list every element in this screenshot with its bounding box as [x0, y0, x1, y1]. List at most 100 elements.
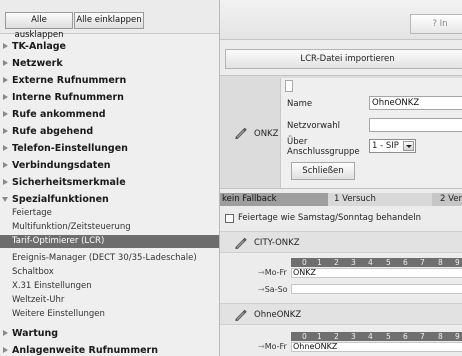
hour-label: 0: [302, 258, 307, 267]
nav-item-netzwerk[interactable]: Netzwerk: [0, 55, 219, 72]
nav-item-label: Spezialfunktionen: [12, 194, 109, 205]
hour-label: 3: [351, 258, 356, 267]
help-button[interactable]: ? In: [410, 14, 462, 34]
import-lcr-button[interactable]: LCR-Datei importieren: [225, 49, 462, 69]
pencil-icon[interactable]: [234, 236, 248, 250]
edit-form: Name OhneONKZ Netzvorwahl Über Anschluss…: [280, 78, 462, 188]
nav-item-wartung[interactable]: Wartung: [0, 325, 219, 342]
chevron-right-icon: [3, 94, 8, 100]
nav-item-verbindungsdaten[interactable]: Verbindungsdaten: [0, 157, 219, 174]
provider-label: ONKZ: [254, 129, 279, 139]
nav-subitem-schaltbox[interactable]: Schaltbox: [0, 266, 219, 279]
time-grid-row: →Sa-So: [220, 284, 462, 304]
chevron-right-icon: [3, 162, 8, 168]
line-group-label-2: Anschlussgruppe: [287, 147, 360, 157]
hour-label: 6: [403, 332, 408, 341]
chevron-right-icon: [3, 347, 8, 353]
hour-label: 1: [317, 258, 322, 267]
chevron-right-icon: [3, 60, 8, 66]
provider-edit-row: ONKZ Name OhneONKZ Netzvorwahl Über Ansc…: [220, 75, 462, 189]
name-label: Name: [287, 99, 313, 109]
hour-label: 3: [351, 332, 356, 341]
nav-subitem-multifunktion[interactable]: Multifunktion/Zeitsteuerung: [0, 221, 219, 234]
hour-label: 2: [334, 258, 339, 267]
close-button[interactable]: Schließen: [291, 162, 355, 180]
nav-item-label: Netzwerk: [12, 58, 63, 69]
netzvorwahl-input[interactable]: [369, 118, 462, 132]
nav-item-label: Telefon-Einstellungen: [12, 143, 128, 154]
nav-item-label: TK-Anlage: [12, 41, 66, 52]
expand-all-button[interactable]: Alle ausklappen: [5, 12, 73, 40]
fallback-column-none: kein Fallback: [220, 193, 328, 206]
chevron-right-icon: [3, 43, 8, 49]
main-panel: ? In LCR-Datei importieren ONKZ Name Ohn…: [220, 0, 462, 356]
hour-label: 8: [438, 258, 443, 267]
nav-item-sicherheitsmerkmale[interactable]: Sicherheitsmerkmale: [0, 174, 219, 191]
navigation-sidebar: Alle ausklappen Alle einklappen TK-Anlag…: [0, 0, 220, 356]
hour-label: 4: [368, 258, 373, 267]
nav-item-label: Rufe ankommend: [12, 109, 106, 120]
nav-toolbar: Alle ausklappen Alle einklappen: [0, 0, 219, 40]
provider-header[interactable]: CITY-ONKZ: [220, 231, 462, 253]
weekday-text: Mo-Fr: [264, 342, 287, 351]
nav-subitem-weltzeit-uhr[interactable]: Weltzeit-Uhr: [0, 294, 219, 307]
provider-name: OhneONKZ: [254, 310, 302, 320]
arrow-right-icon: →: [258, 285, 265, 294]
chevron-right-icon: [3, 145, 8, 151]
dropdown-arrow-icon[interactable]: [403, 141, 414, 151]
line-group-select[interactable]: 1 - SIP: [369, 139, 416, 153]
zone-bar[interactable]: ONKZ: [291, 268, 462, 278]
chevron-right-icon: [3, 111, 8, 117]
time-grid-row: 0 1 2 3 4 5 6 7 8 9 →Mo-Fr OhneONKZ: [220, 332, 462, 352]
hour-label: 1: [317, 332, 322, 341]
zone-bar[interactable]: [291, 284, 462, 294]
chevron-right-icon: [3, 128, 8, 134]
fallback-header: kein Fallback 1 Versuch 2 Ver: [220, 193, 462, 206]
pencil-icon[interactable]: [234, 126, 248, 140]
nav-subitem-feiertage[interactable]: Feiertage: [0, 207, 219, 220]
nav-subitem-tarif-optimierer[interactable]: Tarif-Optimierer (LCR): [0, 235, 219, 248]
netzvorwahl-label: Netzvorwahl: [287, 121, 341, 131]
provider-header[interactable]: OhneONKZ: [220, 303, 462, 325]
hour-label: 7: [420, 258, 425, 267]
main-toolbar: ? In: [220, 0, 462, 40]
chevron-right-icon: [3, 330, 8, 336]
collapse-all-button[interactable]: Alle einklappen: [74, 12, 144, 29]
nav-item-label: Externe Rufnummern: [12, 75, 127, 86]
nav-item-rufe-ankommend[interactable]: Rufe ankommend: [0, 106, 219, 123]
pencil-icon[interactable]: [234, 308, 248, 322]
hour-label: 9: [455, 332, 460, 341]
provider-name: CITY-ONKZ: [254, 238, 300, 248]
holiday-checkbox-label: Feiertage wie Samstag/Sonntag behandeln: [238, 213, 421, 223]
hour-label: 2: [334, 332, 339, 341]
time-grid-row: 0 1 2 3 4 5 6 7 8 9 →Mo-Fr ONKZ: [220, 258, 462, 278]
nav-item-interne-rufnummern[interactable]: Interne Rufnummern: [0, 89, 219, 106]
nav-item-rufe-abgehend[interactable]: Rufe abgehend: [0, 123, 219, 140]
nav-item-label: Interne Rufnummern: [12, 92, 124, 103]
nav-item-externe-rufnummern[interactable]: Externe Rufnummern: [0, 72, 219, 89]
weekday-label: →Mo-Fr: [258, 342, 287, 351]
small-input-box[interactable]: [285, 80, 293, 92]
nav-item-tk-anlage[interactable]: TK-Anlage: [0, 38, 219, 55]
nav-subitem-weitere-einstellungen[interactable]: Weitere Einstellungen: [0, 308, 219, 321]
holiday-checkbox[interactable]: [225, 214, 234, 223]
hour-label: 7: [420, 332, 425, 341]
nav-item-label: Anlagenweite Rufnummern: [12, 345, 158, 356]
nav-item-telefon-einstellungen[interactable]: Telefon-Einstellungen: [0, 140, 219, 157]
fallback-column-two: 2 Ver: [432, 193, 462, 206]
hour-label: 4: [368, 332, 373, 341]
nav-subitem-ereignis-manager[interactable]: Ereignis-Manager (DECT 30/35-Ladeschale): [0, 252, 219, 265]
nav-subitem-x31[interactable]: X.31 Einstellungen: [0, 280, 219, 293]
nav-item-label: Sicherheitsmerkmale: [12, 177, 126, 188]
chevron-down-icon: [2, 197, 8, 202]
chevron-right-icon: [3, 179, 8, 185]
nav-item-spezialfunktionen[interactable]: Spezialfunktionen: [0, 191, 219, 208]
hour-scale: 0 1 2 3 4 5 6 7 8 9: [291, 258, 462, 267]
zone-bar[interactable]: OhneONKZ: [291, 342, 462, 352]
name-input[interactable]: OhneONKZ: [369, 96, 462, 110]
line-group-label-1: Über: [287, 137, 308, 147]
hour-label: 0: [302, 332, 307, 341]
nav-item-label: Wartung: [12, 328, 59, 339]
weekend-label: →Sa-So: [258, 285, 288, 294]
nav-item-anlagenweite-rufnummern[interactable]: Anlagenweite Rufnummern: [0, 342, 219, 356]
